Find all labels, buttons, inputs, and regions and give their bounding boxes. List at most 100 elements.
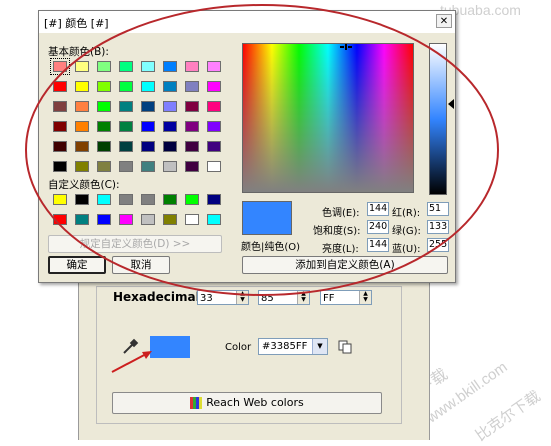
crosshair-icon[interactable] (340, 44, 352, 50)
color-dialog: [#] 颜色 [#] ✕ 基本颜色(B): 自定义颜色(C): 规定自定义颜色(… (38, 10, 456, 283)
basic-color-swatch[interactable] (207, 121, 221, 132)
basic-color-swatch[interactable] (163, 101, 177, 112)
slider-arrow-icon[interactable] (448, 99, 454, 109)
basic-color-swatch[interactable] (53, 141, 67, 152)
basic-color-swatch[interactable] (185, 121, 199, 132)
basic-color-swatch[interactable] (75, 101, 89, 112)
basic-color-swatch[interactable] (97, 101, 111, 112)
custom-color-swatch[interactable] (97, 194, 111, 205)
basic-color-swatch[interactable] (207, 161, 221, 172)
basic-color-swatch[interactable] (97, 141, 111, 152)
basic-color-swatch[interactable] (185, 161, 199, 172)
blue-field[interactable]: 255 (427, 238, 449, 252)
add-to-custom-colors-button[interactable]: 添加到自定义颜色(A) (242, 256, 448, 274)
custom-color-swatch[interactable] (53, 214, 67, 225)
green-field[interactable]: 133 (427, 220, 449, 234)
basic-color-swatch[interactable] (119, 81, 133, 92)
custom-color-swatch[interactable] (185, 214, 199, 225)
basic-color-swatch[interactable] (185, 61, 199, 72)
basic-color-swatch[interactable] (119, 101, 133, 112)
saturation-field[interactable]: 240 (367, 220, 389, 234)
basic-color-swatch[interactable] (119, 61, 133, 72)
color-hex-combo[interactable]: #3385FF ▼ (258, 338, 328, 355)
basic-color-swatch[interactable] (50, 58, 70, 75)
basic-color-swatch[interactable] (119, 121, 133, 132)
custom-color-swatch[interactable] (163, 214, 177, 225)
basic-color-swatch[interactable] (53, 81, 67, 92)
green-label: 绿(G): (392, 226, 421, 237)
basic-color-swatch[interactable] (53, 161, 67, 172)
basic-color-swatch[interactable] (75, 61, 89, 72)
custom-color-swatch[interactable] (119, 194, 133, 205)
luminance-label: 亮度(L): (322, 244, 359, 255)
basic-color-swatch[interactable] (163, 141, 177, 152)
basic-color-swatch[interactable] (75, 141, 89, 152)
custom-color-swatch[interactable] (97, 214, 111, 225)
basic-color-swatch[interactable] (185, 141, 199, 152)
copy-icon[interactable] (338, 340, 352, 354)
blue-label: 蓝(U): (392, 244, 421, 255)
basic-color-swatch[interactable] (97, 81, 111, 92)
basic-color-swatch[interactable] (141, 81, 155, 92)
basic-color-swatch[interactable] (141, 121, 155, 132)
basic-color-swatch[interactable] (75, 121, 89, 132)
custom-color-swatch[interactable] (163, 194, 177, 205)
hue-field[interactable]: 144 (367, 202, 389, 216)
close-icon[interactable]: ✕ (436, 14, 452, 28)
custom-color-swatch[interactable] (119, 214, 133, 225)
basic-color-swatch[interactable] (97, 121, 111, 132)
basic-color-swatch[interactable] (119, 161, 133, 172)
hex-green-spinner[interactable]: 85 ▲ ▼ (258, 290, 310, 305)
hex-blue-spinner[interactable]: FF ▲ ▼ (320, 290, 372, 305)
color-preview (242, 201, 292, 235)
red-field[interactable]: 51 (427, 202, 449, 216)
custom-color-swatch[interactable] (75, 214, 89, 225)
basic-color-swatch[interactable] (163, 121, 177, 132)
ok-button[interactable]: 确定 (48, 256, 106, 274)
basic-color-swatch[interactable] (163, 61, 177, 72)
spinner-arrows-icon[interactable]: ▲ ▼ (297, 291, 309, 304)
basic-color-swatch[interactable] (119, 141, 133, 152)
custom-color-swatch[interactable] (185, 194, 199, 205)
custom-color-swatch[interactable] (207, 194, 221, 205)
spinner-arrows-icon[interactable]: ▲ ▼ (236, 291, 248, 304)
custom-color-swatch[interactable] (207, 214, 221, 225)
basic-color-swatch[interactable] (207, 101, 221, 112)
dialog-titlebar[interactable]: [#] 颜色 [#] ✕ (39, 11, 455, 33)
custom-color-swatch[interactable] (75, 194, 89, 205)
chevron-down-icon[interactable]: ▼ (312, 339, 327, 354)
basic-color-swatch[interactable] (141, 101, 155, 112)
spinner-arrows-icon[interactable]: ▲ ▼ (359, 291, 371, 304)
custom-colors-label: 自定义颜色(C): (48, 179, 120, 191)
hex-red-value: 33 (200, 293, 213, 304)
luminance-field[interactable]: 144 (367, 238, 389, 252)
basic-color-swatch[interactable] (97, 61, 111, 72)
basic-color-swatch[interactable] (185, 101, 199, 112)
dialog-title: [#] 颜色 [#] (44, 17, 109, 30)
basic-color-swatch[interactable] (53, 121, 67, 132)
basic-color-swatch[interactable] (97, 161, 111, 172)
basic-color-swatch[interactable] (163, 81, 177, 92)
cancel-button[interactable]: 取消 (112, 256, 170, 274)
custom-color-swatch[interactable] (141, 194, 155, 205)
basic-color-swatch[interactable] (53, 101, 67, 112)
color-spectrum[interactable] (242, 43, 414, 193)
luminosity-slider[interactable] (429, 43, 447, 195)
basic-color-swatch[interactable] (141, 141, 155, 152)
basic-color-swatch[interactable] (75, 81, 89, 92)
basic-color-swatch[interactable] (207, 61, 221, 72)
basic-color-swatch[interactable] (75, 161, 89, 172)
basic-color-swatch[interactable] (185, 81, 199, 92)
custom-color-swatch[interactable] (141, 214, 155, 225)
basic-color-swatch[interactable] (207, 81, 221, 92)
define-custom-colors-button[interactable]: 规定自定义颜色(D) >> (48, 235, 222, 253)
basic-color-swatch[interactable] (163, 161, 177, 172)
reach-web-colors-button[interactable]: Reach Web colors (112, 392, 382, 414)
hexadecimal-label: Hexadecimal (113, 290, 200, 304)
color-label: Color (225, 342, 252, 353)
basic-color-swatch[interactable] (141, 61, 155, 72)
hex-red-spinner[interactable]: 33 ▲ ▼ (197, 290, 249, 305)
basic-color-swatch[interactable] (207, 141, 221, 152)
custom-color-swatch[interactable] (53, 194, 67, 205)
basic-color-swatch[interactable] (141, 161, 155, 172)
